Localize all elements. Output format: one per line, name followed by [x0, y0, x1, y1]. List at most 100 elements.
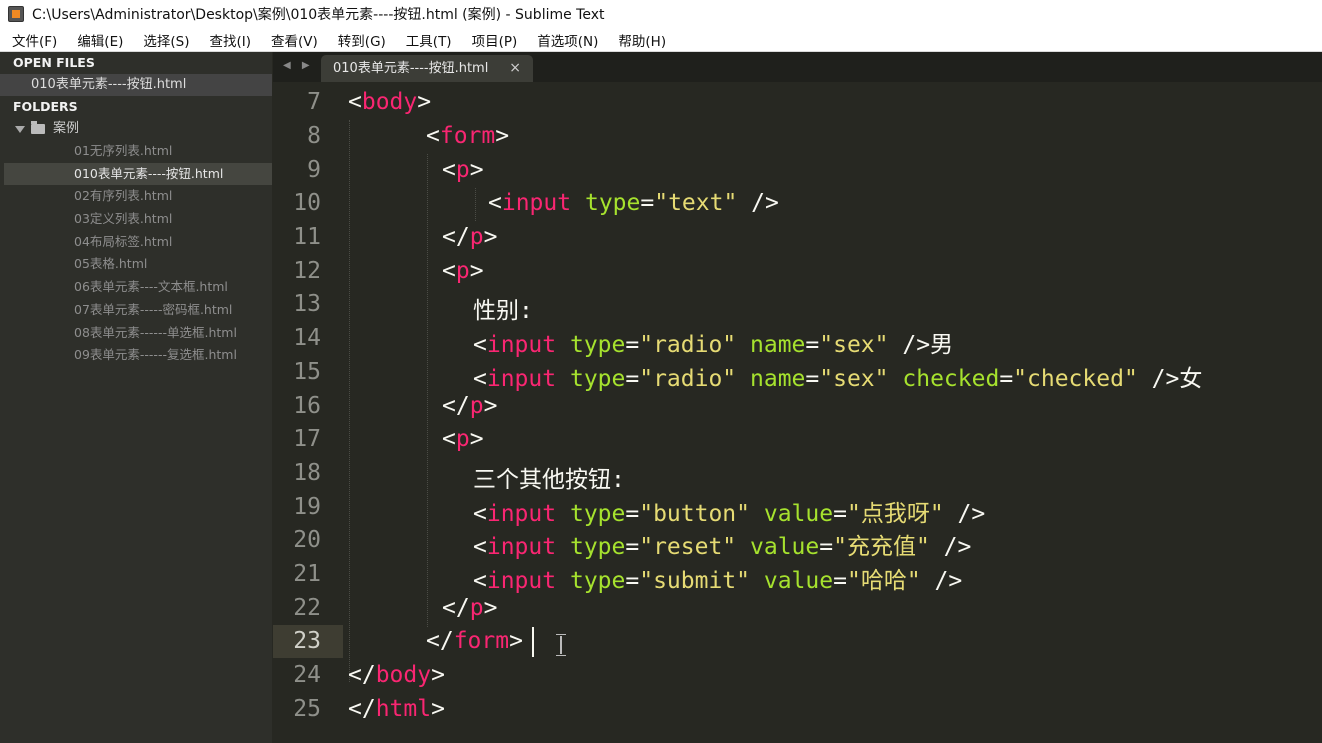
indent-guide — [349, 120, 350, 682]
text-content: 三个其他按钮: — [473, 467, 625, 493]
code-line-17: <p> — [442, 426, 484, 452]
line-number: 12 — [293, 258, 321, 284]
line-number: 19 — [293, 494, 321, 520]
code-line-15: <input type="radio" name="sex" checked="… — [473, 366, 1203, 392]
tag-name: input — [486, 332, 557, 358]
file-item[interactable]: 03定义列表.html — [0, 208, 272, 231]
menu-goto[interactable]: 转到(G) — [326, 30, 394, 50]
expand-triangle-icon[interactable] — [15, 125, 25, 133]
line-number: 13 — [293, 291, 321, 317]
line-number: 10 — [293, 190, 321, 216]
line-number: 21 — [293, 561, 321, 587]
code-line-21: <input type="submit" value="哈哈" /> — [473, 568, 963, 594]
indent-guide — [475, 188, 476, 221]
code-line-25: </html> — [348, 696, 445, 722]
code-editor[interactable]: 7 8 9 10 11 12 13 14 15 16 17 18 19 20 2… — [273, 82, 1322, 743]
tag-name: p — [455, 258, 470, 284]
tag-name: body — [375, 662, 432, 688]
tab-close-icon[interactable]: × — [509, 55, 521, 82]
code-line-14: <input type="radio" name="sex" />男 — [473, 332, 954, 358]
folder-name: 案例 — [53, 121, 80, 136]
attr-name: type — [569, 366, 626, 392]
tag-name: body — [361, 89, 418, 115]
attr-name: value — [763, 568, 834, 594]
menu-selection[interactable]: 选择(S) — [131, 30, 197, 50]
attr-value: "reset" — [639, 534, 737, 560]
file-item[interactable]: 05表格.html — [0, 253, 272, 276]
code-line-9: <p> — [442, 157, 484, 183]
indent-guide — [427, 154, 428, 627]
text-cursor — [532, 627, 534, 657]
code-line-11: </p> — [442, 224, 498, 250]
tag-name: input — [486, 501, 557, 527]
text-content: 男 — [930, 332, 954, 358]
code-line-22: </p> — [442, 595, 498, 621]
menu-file[interactable]: 文件(F) — [0, 30, 65, 50]
file-item[interactable]: 06表单元素----文本框.html — [0, 276, 272, 299]
folder-item[interactable]: 案例 — [0, 118, 272, 140]
code-line-20: <input type="reset" value="充充值" /> — [473, 534, 972, 560]
tag-name: form — [439, 123, 496, 149]
file-item-active[interactable]: 010表单元素----按钮.html — [4, 162, 272, 186]
code-line-24: </body> — [348, 662, 445, 688]
tag-name: input — [501, 190, 572, 216]
code-line-12: <p> — [442, 258, 484, 284]
menu-help[interactable]: 帮助(H) — [606, 30, 674, 50]
line-number: 18 — [293, 460, 321, 486]
line-number-current: 23 — [293, 628, 321, 654]
line-number: 14 — [293, 325, 321, 351]
file-item[interactable]: 07表单元素-----密码框.html — [0, 299, 272, 322]
menu-find[interactable]: 查找(I) — [198, 30, 260, 50]
menu-edit[interactable]: 编辑(E) — [65, 30, 131, 50]
attr-name: type — [569, 332, 626, 358]
menu-tools[interactable]: 工具(T) — [394, 30, 460, 50]
line-number: 15 — [293, 359, 321, 385]
tag-name: p — [469, 393, 484, 419]
file-item[interactable]: 04布局标签.html — [0, 231, 272, 254]
code-line-7: <body> — [348, 89, 432, 115]
attr-value: "radio" — [639, 366, 737, 392]
attr-name: name — [750, 332, 806, 358]
tab-active-file[interactable]: 010表单元素----按钮.html × — [321, 55, 533, 82]
line-number-gutter: 7 8 9 10 11 12 13 14 15 16 17 18 19 20 2… — [273, 82, 343, 743]
line-number: 22 — [293, 595, 321, 621]
menu-view[interactable]: 查看(V) — [259, 30, 326, 50]
attr-value: "button" — [639, 501, 750, 527]
tag-name: p — [469, 595, 484, 621]
attr-name: type — [584, 190, 641, 216]
attr-name: type — [569, 501, 626, 527]
sublime-app-icon — [8, 6, 24, 22]
file-item[interactable]: 02有序列表.html — [0, 185, 272, 208]
tag-name: p — [455, 426, 470, 452]
menu-bar: 文件(F) 编辑(E) 选择(S) 查找(I) 查看(V) 转到(G) 工具(T… — [0, 28, 1322, 52]
line-number: 24 — [293, 662, 321, 688]
attr-name: type — [569, 534, 626, 560]
text-content: 性别: — [473, 298, 533, 324]
ibeam-mouse-cursor-icon — [556, 634, 566, 656]
code-line-8: <form> — [426, 123, 510, 149]
code-line-19: <input type="button" value="点我呀" /> — [473, 501, 986, 527]
code-line-16: </p> — [442, 393, 498, 419]
file-item[interactable]: 01无序列表.html — [0, 140, 272, 163]
line-number: 9 — [307, 157, 321, 183]
file-item[interactable]: 09表单元素------复选框.html — [0, 344, 272, 367]
attr-value: "充充值" — [833, 534, 930, 560]
attr-value: "sex" — [819, 366, 889, 392]
menu-preferences[interactable]: 首选项(N) — [525, 30, 606, 50]
attr-value: "radio" — [639, 332, 737, 358]
tag-name: input — [486, 568, 557, 594]
tag-name: input — [486, 534, 557, 560]
code-line-10: <input type="text" /> — [488, 190, 779, 216]
text-content: 女 — [1179, 366, 1203, 392]
attr-value: "submit" — [639, 568, 750, 594]
line-number: 17 — [293, 426, 321, 452]
open-file-item[interactable]: 010表单元素----按钮.html — [0, 74, 272, 96]
line-number: 11 — [293, 224, 321, 250]
menu-project[interactable]: 项目(P) — [460, 30, 526, 50]
tab-nav-arrows-icon[interactable]: ◀ ▶ — [283, 60, 314, 71]
attr-value: "checked" — [1013, 366, 1138, 392]
attr-name: value — [763, 501, 834, 527]
file-item[interactable]: 08表单元素------单选框.html — [0, 322, 272, 345]
line-number: 8 — [307, 123, 321, 149]
tag-name: form — [453, 628, 510, 654]
